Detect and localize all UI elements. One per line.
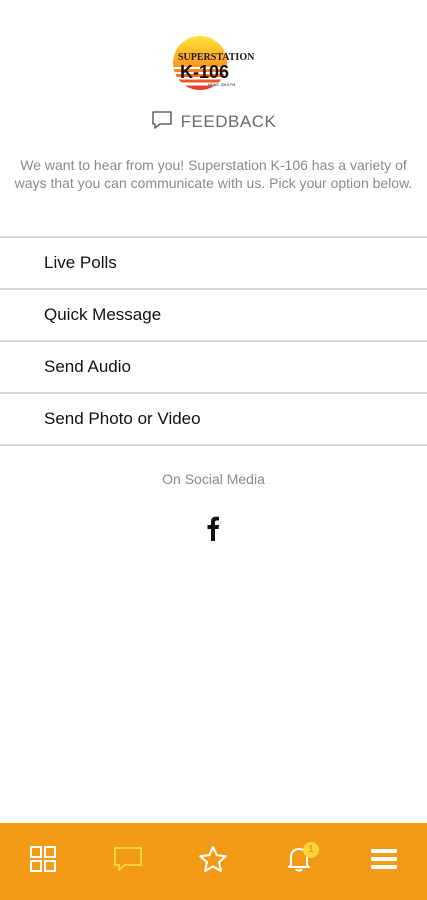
bottom-nav-bar: 1 (0, 823, 427, 900)
option-label: Send Photo or Video (44, 409, 201, 428)
grid-icon (29, 845, 57, 878)
svg-text:NEWS, 106.5 FM: NEWS, 106.5 FM (208, 83, 235, 87)
option-label: Live Polls (44, 253, 117, 272)
option-label: Send Audio (44, 357, 131, 376)
feedback-header: FEEDBACK (0, 108, 427, 136)
option-live-polls[interactable]: Live Polls (0, 238, 427, 290)
option-send-audio[interactable]: Send Audio (0, 342, 427, 394)
facebook-icon[interactable] (202, 514, 224, 542)
option-label: Quick Message (44, 305, 162, 324)
menu-icon (370, 847, 398, 876)
social-media-label: On Social Media (162, 471, 265, 487)
nav-menu-button[interactable] (356, 834, 412, 890)
notification-badge: 1 (302, 841, 319, 858)
option-send-photo-video[interactable]: Send Photo or Video (0, 394, 427, 446)
feedback-options: Live Polls Quick Message Send Audio Send… (0, 236, 427, 446)
intro-text: We want to hear from you! Superstation K… (14, 157, 413, 191)
nav-home-button[interactable] (15, 834, 71, 890)
message-icon (151, 110, 173, 135)
nav-notifications-button[interactable]: 1 (271, 834, 327, 890)
star-icon (198, 845, 228, 878)
nav-feedback-button[interactable] (100, 834, 156, 890)
message-icon (113, 846, 143, 877)
nav-favorites-button[interactable] (185, 834, 241, 890)
page-title: FEEDBACK (180, 112, 277, 131)
option-quick-message[interactable]: Quick Message (0, 290, 427, 342)
svg-text:K-106: K-106 (180, 62, 229, 82)
station-logo: SUPERSTATION K-106 NEWS, 106.5 FM (173, 36, 255, 90)
